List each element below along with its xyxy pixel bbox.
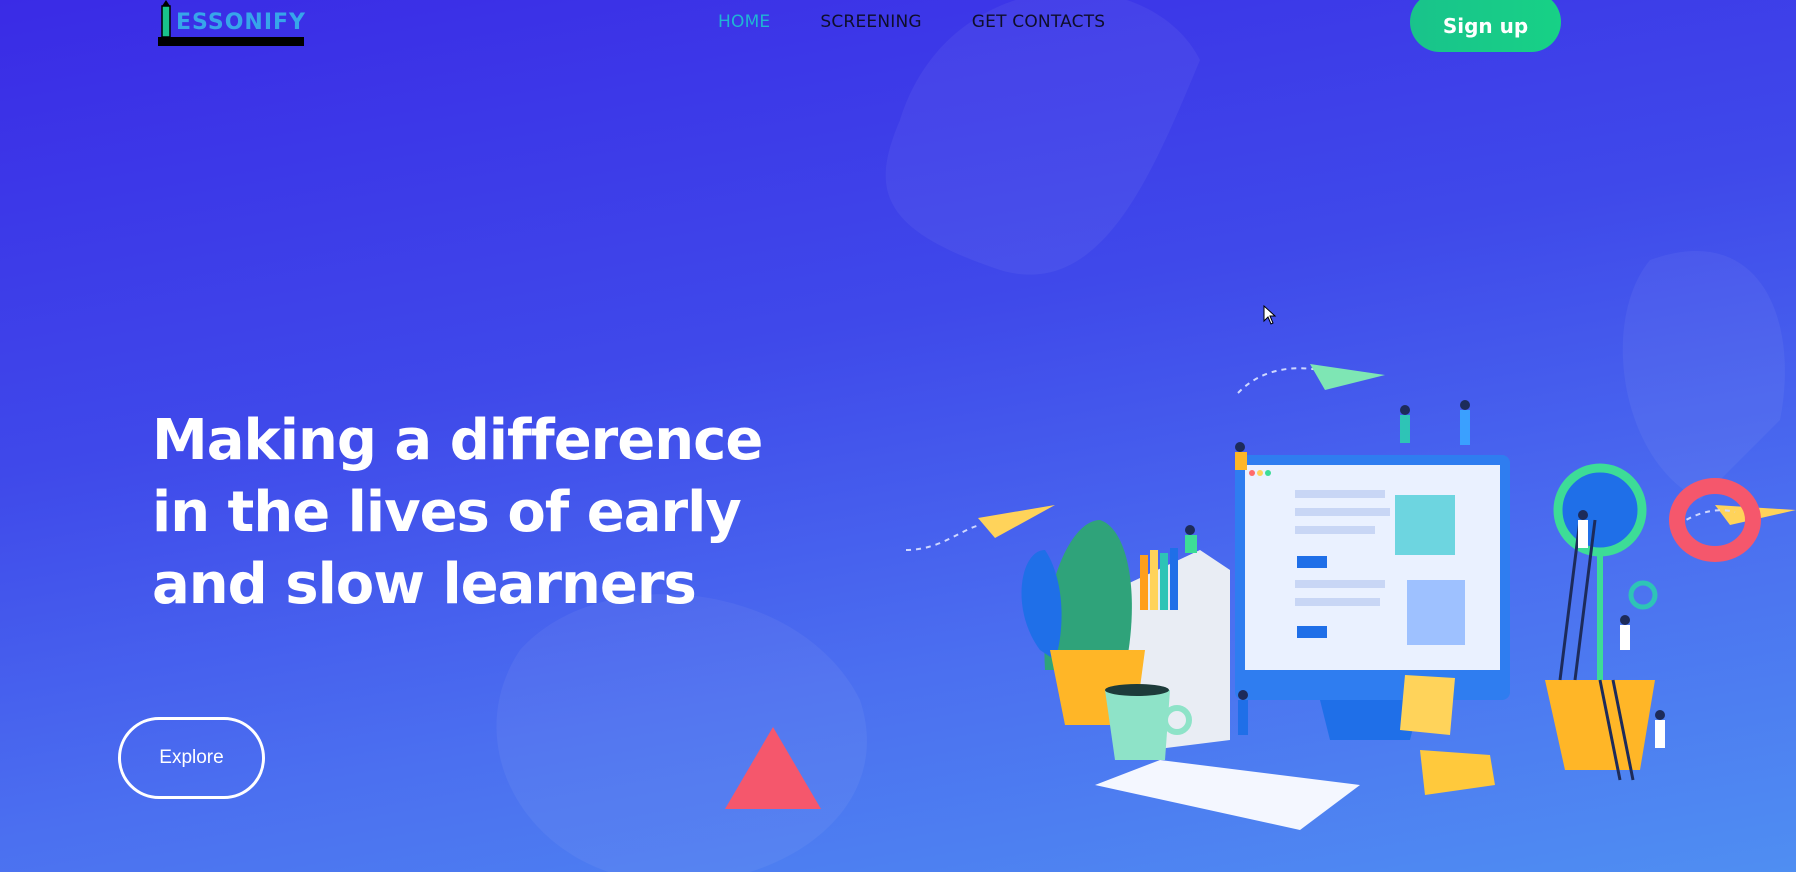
hero-title: Making a difference in the lives of earl… bbox=[152, 405, 852, 621]
explore-button[interactable]: Explore bbox=[118, 717, 265, 799]
mug bbox=[1105, 690, 1170, 760]
keyboard bbox=[1095, 760, 1360, 830]
logo-underline bbox=[158, 37, 304, 46]
main-nav: HOME SCREENING GET CONTACTS bbox=[718, 12, 1105, 32]
hero-title-line-3: and slow learners bbox=[152, 552, 697, 617]
learning-illustration bbox=[905, 364, 1796, 830]
sticky-note bbox=[1400, 675, 1455, 735]
paper-plane-icon bbox=[978, 505, 1055, 538]
plant-pot bbox=[1545, 680, 1655, 770]
hero-title-line-2: in the lives of early bbox=[152, 480, 742, 545]
mouse-cursor-icon bbox=[1263, 305, 1277, 325]
target-icon bbox=[1628, 580, 1658, 610]
sticky-pad bbox=[1420, 750, 1495, 795]
signup-button[interactable]: Sign up bbox=[1410, 0, 1561, 52]
brand-logo[interactable]: ESSONIFY bbox=[158, 0, 306, 48]
flower bbox=[1553, 463, 1647, 557]
paper-plane-icon bbox=[1310, 364, 1385, 390]
flight-trail bbox=[1237, 367, 1321, 394]
triangle-decoration bbox=[725, 727, 821, 809]
brand-name: ESSONIFY bbox=[176, 10, 306, 35]
hero-title-line-1: Making a difference bbox=[152, 408, 763, 473]
nav-get-contacts[interactable]: GET CONTACTS bbox=[972, 12, 1106, 32]
pencil-icon bbox=[161, 0, 171, 37]
nav-home[interactable]: HOME bbox=[718, 12, 770, 32]
nav-screening[interactable]: SCREENING bbox=[820, 12, 921, 32]
flight-trail bbox=[905, 524, 981, 551]
